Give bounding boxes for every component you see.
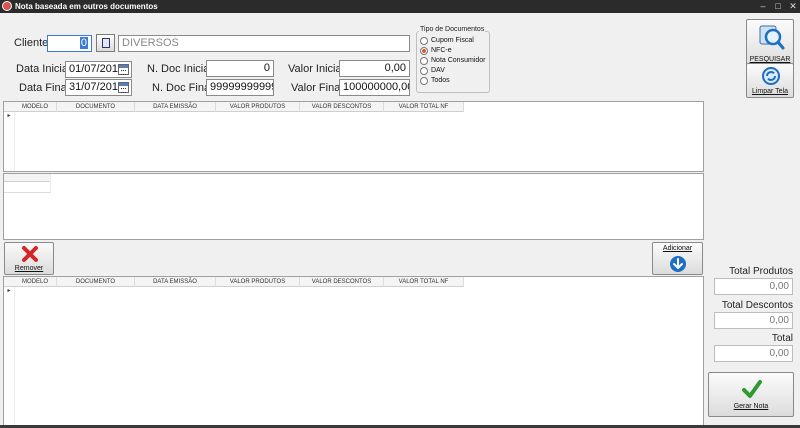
col-valor-produtos[interactable]: VALOR PRODUTOS <box>216 102 300 112</box>
cliente-search-button[interactable] <box>96 34 115 52</box>
col-valor-descontos[interactable]: VALOR DESCONTOS <box>300 277 384 287</box>
window-title: Nota baseada em outros documentos <box>15 2 158 11</box>
maximize-button[interactable]: □ <box>771 0 785 13</box>
col-modelo[interactable]: MODELO <box>14 277 57 287</box>
total-label: Total <box>771 333 793 344</box>
gerar-nota-label: Gerar Nota <box>733 403 769 410</box>
valor-final-input[interactable]: 100000000,00 <box>339 79 410 96</box>
cliente-name-field: DIVERSOS <box>118 35 410 52</box>
row-indicator: ▸ <box>7 113 11 119</box>
col-documento[interactable]: DOCUMENTO <box>57 277 135 287</box>
window-client: Cliente: 0 DIVERSOS Data Inicial: 01/07/… <box>0 13 800 428</box>
app-icon <box>2 1 12 11</box>
col-modelo[interactable]: MODELO <box>14 102 57 112</box>
row-indicator: ▸ <box>7 288 11 294</box>
valor-inicial-input[interactable]: 0,00 <box>339 60 410 77</box>
valor-final-label: Valor Final: <box>291 82 346 94</box>
adicionar-label: Adicionar <box>662 245 693 252</box>
adicionar-button[interactable]: Adicionar <box>652 242 703 275</box>
total-field: 0,00 <box>714 345 793 362</box>
data-inicial-value: 01/07/2018 <box>69 63 125 75</box>
cliente-code-input[interactable]: 0 <box>47 35 92 52</box>
data-final-value: 31/07/2018 <box>69 81 125 93</box>
col-data-emissao[interactable]: DATA EMISSÃO <box>135 102 216 112</box>
grid-header: MODELO DOCUMENTO DATA EMISSÃO VALOR PROD… <box>4 277 464 287</box>
cliente-label: Cliente: <box>14 37 52 49</box>
minimize-button[interactable]: – <box>756 0 770 13</box>
col-valor-total-nf[interactable]: VALOR TOTAL NF <box>384 102 464 112</box>
detail-grid-header <box>4 174 50 182</box>
close-icon <box>22 246 38 262</box>
cliente-code-value: 0 <box>79 37 88 49</box>
data-final-input[interactable]: 31/07/2018 <box>65 79 132 96</box>
total-descontos-label: Total Descontos <box>721 300 793 311</box>
search-icon <box>759 25 785 50</box>
total-descontos-field: 0,00 <box>714 312 793 329</box>
refresh-icon <box>762 67 780 85</box>
limpar-tela-label: Limpar Tela <box>751 88 789 95</box>
col-valor-produtos[interactable]: VALOR PRODUTOS <box>216 277 300 287</box>
col-valor-descontos[interactable]: VALOR DESCONTOS <box>300 102 384 112</box>
documents-grid[interactable]: MODELO DOCUMENTO DATA EMISSÃO VALOR PROD… <box>3 101 704 172</box>
checkmark-icon <box>742 380 762 398</box>
remover-button[interactable]: Remover <box>4 242 54 275</box>
detail-grid[interactable] <box>3 173 704 240</box>
pesquisar-button[interactable]: PESQUISAR <box>746 19 794 69</box>
limpar-tela-button[interactable]: Limpar Tela <box>746 63 794 98</box>
arrow-down-icon <box>670 256 686 272</box>
col-documento[interactable]: DOCUMENTO <box>57 102 135 112</box>
calendar-icon[interactable] <box>118 64 129 75</box>
remover-label: Remover <box>14 265 44 272</box>
ndoc-final-input[interactable]: 999999999999 <box>206 79 274 96</box>
grid-header: MODELO DOCUMENTO DATA EMISSÃO VALOR PROD… <box>4 102 464 112</box>
ndoc-inicial-input[interactable]: 0 <box>206 60 274 77</box>
total-produtos-label: Total Produtos <box>729 266 793 277</box>
gerar-nota-button[interactable]: Gerar Nota <box>708 372 794 417</box>
close-button[interactable]: ✕ <box>786 0 800 13</box>
ndoc-inicial-label: N. Doc Inicial: <box>147 63 215 75</box>
total-produtos-field: 0,00 <box>714 278 793 295</box>
title-bar: Nota baseada em outros documentos – □ ✕ <box>0 0 800 13</box>
col-data-emissao[interactable]: DATA EMISSÃO <box>135 277 216 287</box>
tipo-documentos-title: Tipo de Documentos <box>419 26 486 33</box>
document-icon <box>102 38 110 48</box>
col-valor-total-nf[interactable]: VALOR TOTAL NF <box>384 277 464 287</box>
tipo-documentos-group: Tipo de Documentos Cupom Fiscal NFC-e No… <box>416 26 490 93</box>
pesquisar-label: PESQUISAR <box>749 56 791 63</box>
selected-documents-grid[interactable]: MODELO DOCUMENTO DATA EMISSÃO VALOR PROD… <box>3 276 704 428</box>
calendar-icon[interactable] <box>118 82 129 93</box>
data-inicial-input[interactable]: 01/07/2018 <box>65 61 132 78</box>
